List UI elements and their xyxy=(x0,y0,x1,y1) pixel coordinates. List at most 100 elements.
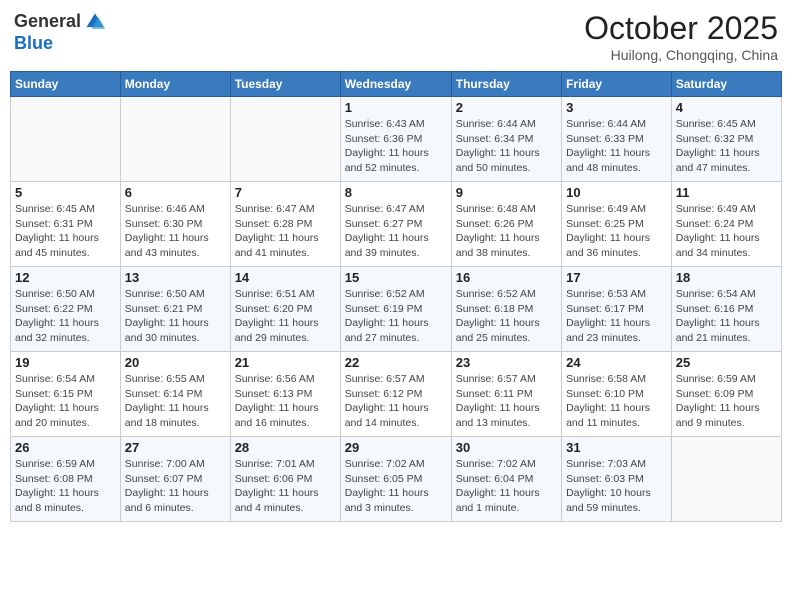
day-number: 25 xyxy=(676,355,777,370)
day-number: 10 xyxy=(566,185,667,200)
logo: General Blue xyxy=(14,10,107,54)
day-info: Sunrise: 7:00 AMSunset: 6:07 PMDaylight:… xyxy=(125,457,226,516)
calendar-cell: 20 Sunrise: 6:55 AMSunset: 6:14 PMDayligh… xyxy=(120,352,230,437)
day-info: Sunrise: 6:47 AMSunset: 6:28 PMDaylight:… xyxy=(235,202,336,261)
calendar-cell: 15 Sunrise: 6:52 AMSunset: 6:19 PMDayligh… xyxy=(340,267,451,352)
calendar-cell xyxy=(120,97,230,182)
calendar-cell: 16 Sunrise: 6:52 AMSunset: 6:18 PMDayligh… xyxy=(451,267,561,352)
day-info: Sunrise: 6:45 AMSunset: 6:31 PMDaylight:… xyxy=(15,202,116,261)
day-info: Sunrise: 6:44 AMSunset: 6:34 PMDaylight:… xyxy=(456,117,557,176)
day-number: 18 xyxy=(676,270,777,285)
weekday-header: Saturday xyxy=(671,72,781,97)
day-info: Sunrise: 6:43 AMSunset: 6:36 PMDaylight:… xyxy=(345,117,447,176)
day-number: 19 xyxy=(15,355,116,370)
logo-icon xyxy=(83,10,107,34)
day-info: Sunrise: 7:01 AMSunset: 6:06 PMDaylight:… xyxy=(235,457,336,516)
calendar-cell: 6Sunrise: 6:46 AMSunset: 6:30 PMDaylight… xyxy=(120,182,230,267)
calendar-cell: 1 Sunrise: 6:43 AMSunset: 6:36 PMDaylight… xyxy=(340,97,451,182)
day-number: 31 xyxy=(566,440,667,455)
weekday-header: Tuesday xyxy=(230,72,340,97)
day-info: Sunrise: 6:48 AMSunset: 6:26 PMDaylight:… xyxy=(456,202,557,261)
day-number: 28 xyxy=(235,440,336,455)
calendar-cell xyxy=(230,97,340,182)
day-info: Sunrise: 6:54 AMSunset: 6:15 PMDaylight:… xyxy=(15,372,116,431)
day-number: 22 xyxy=(345,355,447,370)
day-info: Sunrise: 6:59 AMSunset: 6:09 PMDaylight:… xyxy=(676,372,777,431)
month-title: October 2025 xyxy=(584,10,778,47)
day-info: Sunrise: 6:54 AMSunset: 6:16 PMDaylight:… xyxy=(676,287,777,346)
calendar-header: SundayMondayTuesdayWednesdayThursdayFrid… xyxy=(11,72,782,97)
calendar-cell: 23Sunrise: 6:57 AMSunset: 6:11 PMDayligh… xyxy=(451,352,561,437)
calendar-cell xyxy=(11,97,121,182)
day-number: 24 xyxy=(566,355,667,370)
page-header: General Blue October 2025 Huilong, Chong… xyxy=(10,10,782,63)
day-info: Sunrise: 7:03 AMSunset: 6:03 PMDaylight:… xyxy=(566,457,667,516)
day-number: 27 xyxy=(125,440,226,455)
day-number: 9 xyxy=(456,185,557,200)
calendar-cell: 13 Sunrise: 6:50 AMSunset: 6:21 PMDayligh… xyxy=(120,267,230,352)
calendar-cell: 29 Sunrise: 7:02 AMSunset: 6:05 PMDayligh… xyxy=(340,437,451,522)
calendar-cell: 11 Sunrise: 6:49 AMSunset: 6:24 PMDayligh… xyxy=(671,182,781,267)
day-number: 12 xyxy=(15,270,116,285)
calendar-cell: 25 Sunrise: 6:59 AMSunset: 6:09 PMDayligh… xyxy=(671,352,781,437)
day-info: Sunrise: 6:59 AMSunset: 6:08 PMDaylight:… xyxy=(15,457,116,516)
day-info: Sunrise: 6:50 AMSunset: 6:22 PMDaylight:… xyxy=(15,287,116,346)
calendar-cell: 22 Sunrise: 6:57 AMSunset: 6:12 PMDayligh… xyxy=(340,352,451,437)
day-info: Sunrise: 6:57 AMSunset: 6:12 PMDaylight:… xyxy=(345,372,447,431)
calendar-cell: 5Sunrise: 6:45 AMSunset: 6:31 PMDaylight… xyxy=(11,182,121,267)
day-number: 23 xyxy=(456,355,557,370)
calendar-cell: 10 Sunrise: 6:49 AMSunset: 6:25 PMDayligh… xyxy=(562,182,672,267)
day-info: Sunrise: 7:02 AMSunset: 6:05 PMDaylight:… xyxy=(345,457,447,516)
title-block: October 2025 Huilong, Chongqing, China xyxy=(584,10,778,63)
day-info: Sunrise: 6:52 AMSunset: 6:18 PMDaylight:… xyxy=(456,287,557,346)
day-info: Sunrise: 6:52 AMSunset: 6:19 PMDaylight:… xyxy=(345,287,447,346)
day-number: 16 xyxy=(456,270,557,285)
calendar-cell: 14 Sunrise: 6:51 AMSunset: 6:20 PMDayligh… xyxy=(230,267,340,352)
calendar-table: SundayMondayTuesdayWednesdayThursdayFrid… xyxy=(10,71,782,522)
day-info: Sunrise: 6:44 AMSunset: 6:33 PMDaylight:… xyxy=(566,117,667,176)
day-info: Sunrise: 6:49 AMSunset: 6:24 PMDaylight:… xyxy=(676,202,777,261)
day-info: Sunrise: 6:45 AMSunset: 6:32 PMDaylight:… xyxy=(676,117,777,176)
calendar-cell: 27 Sunrise: 7:00 AMSunset: 6:07 PMDayligh… xyxy=(120,437,230,522)
calendar-cell: 12 Sunrise: 6:50 AMSunset: 6:22 PMDayligh… xyxy=(11,267,121,352)
day-number: 15 xyxy=(345,270,447,285)
day-number: 14 xyxy=(235,270,336,285)
calendar-cell: 4Sunrise: 6:45 AMSunset: 6:32 PMDaylight… xyxy=(671,97,781,182)
calendar-cell: 31 Sunrise: 7:03 AMSunset: 6:03 PMDayligh… xyxy=(562,437,672,522)
day-number: 13 xyxy=(125,270,226,285)
day-info: Sunrise: 6:49 AMSunset: 6:25 PMDaylight:… xyxy=(566,202,667,261)
day-info: Sunrise: 6:55 AMSunset: 6:14 PMDaylight:… xyxy=(125,372,226,431)
calendar-cell: 21Sunrise: 6:56 AMSunset: 6:13 PMDayligh… xyxy=(230,352,340,437)
calendar-cell: 9 Sunrise: 6:48 AMSunset: 6:26 PMDaylight… xyxy=(451,182,561,267)
day-info: Sunrise: 6:51 AMSunset: 6:20 PMDaylight:… xyxy=(235,287,336,346)
weekday-header: Friday xyxy=(562,72,672,97)
day-number: 29 xyxy=(345,440,447,455)
day-number: 3 xyxy=(566,100,667,115)
calendar-cell: 2Sunrise: 6:44 AMSunset: 6:34 PMDaylight… xyxy=(451,97,561,182)
day-number: 1 xyxy=(345,100,447,115)
calendar-cell: 24 Sunrise: 6:58 AMSunset: 6:10 PMDayligh… xyxy=(562,352,672,437)
day-number: 20 xyxy=(125,355,226,370)
day-info: Sunrise: 6:58 AMSunset: 6:10 PMDaylight:… xyxy=(566,372,667,431)
day-number: 11 xyxy=(676,185,777,200)
weekday-header: Thursday xyxy=(451,72,561,97)
day-info: Sunrise: 7:02 AMSunset: 6:04 PMDaylight:… xyxy=(456,457,557,516)
logo-general: General xyxy=(14,12,81,32)
day-number: 17 xyxy=(566,270,667,285)
weekday-header: Sunday xyxy=(11,72,121,97)
day-number: 6 xyxy=(125,185,226,200)
calendar-cell: 30 Sunrise: 7:02 AMSunset: 6:04 PMDayligh… xyxy=(451,437,561,522)
calendar-cell: 17 Sunrise: 6:53 AMSunset: 6:17 PMDayligh… xyxy=(562,267,672,352)
calendar-cell: 18 Sunrise: 6:54 AMSunset: 6:16 PMDayligh… xyxy=(671,267,781,352)
calendar-cell: 28 Sunrise: 7:01 AMSunset: 6:06 PMDayligh… xyxy=(230,437,340,522)
weekday-header: Monday xyxy=(120,72,230,97)
day-info: Sunrise: 6:50 AMSunset: 6:21 PMDaylight:… xyxy=(125,287,226,346)
day-info: Sunrise: 6:53 AMSunset: 6:17 PMDaylight:… xyxy=(566,287,667,346)
calendar-cell: 26 Sunrise: 6:59 AMSunset: 6:08 PMDayligh… xyxy=(11,437,121,522)
calendar-cell: 3 Sunrise: 6:44 AMSunset: 6:33 PMDaylight… xyxy=(562,97,672,182)
weekday-header: Wednesday xyxy=(340,72,451,97)
location: Huilong, Chongqing, China xyxy=(584,47,778,63)
calendar-cell: 7Sunrise: 6:47 AMSunset: 6:28 PMDaylight… xyxy=(230,182,340,267)
day-number: 30 xyxy=(456,440,557,455)
day-number: 26 xyxy=(15,440,116,455)
